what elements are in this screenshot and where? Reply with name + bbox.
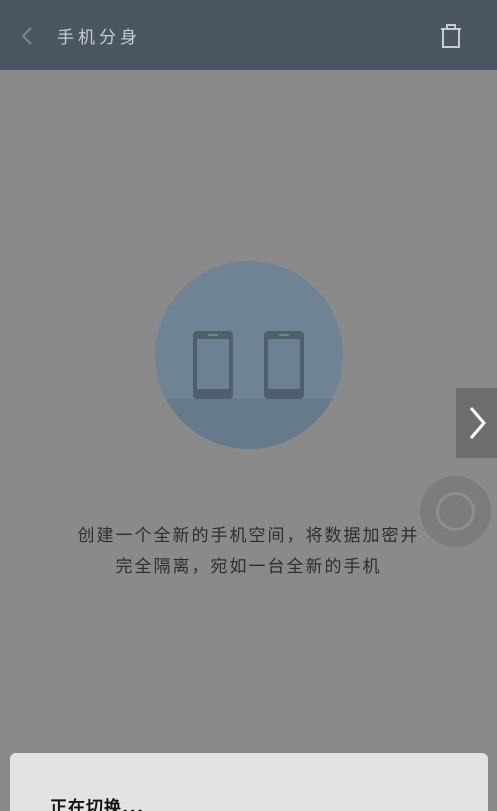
phone-clone-illustration — [155, 261, 343, 449]
page-title: 手机分身 — [57, 28, 141, 48]
delete-button[interactable] — [435, 20, 467, 52]
back-button[interactable] — [14, 22, 42, 50]
phone-clone-screen: 手机分身 创建一个全新的手机空间，将数据加密并 完全隔离，宛如一台全新的手机 正… — [0, 0, 497, 811]
chevron-right-icon — [469, 407, 486, 439]
description-line-2: 完全隔离，宛如一台全新的手机 — [115, 557, 382, 577]
floating-assist-ball[interactable] — [420, 476, 491, 547]
two-phones-icon — [155, 261, 343, 449]
chevron-left-icon — [21, 27, 32, 45]
trash-icon — [441, 24, 461, 48]
top-bar: 手机分身 — [0, 0, 497, 70]
switching-dialog: 正在切换... — [10, 753, 488, 811]
switching-status-text: 正在切换... — [50, 798, 145, 811]
feature-description: 创建一个全新的手机空间，将数据加密并 完全隔离，宛如一台全新的手机 — [0, 521, 497, 583]
floating-ball-ring — [436, 492, 475, 531]
next-page-button[interactable] — [456, 388, 497, 458]
